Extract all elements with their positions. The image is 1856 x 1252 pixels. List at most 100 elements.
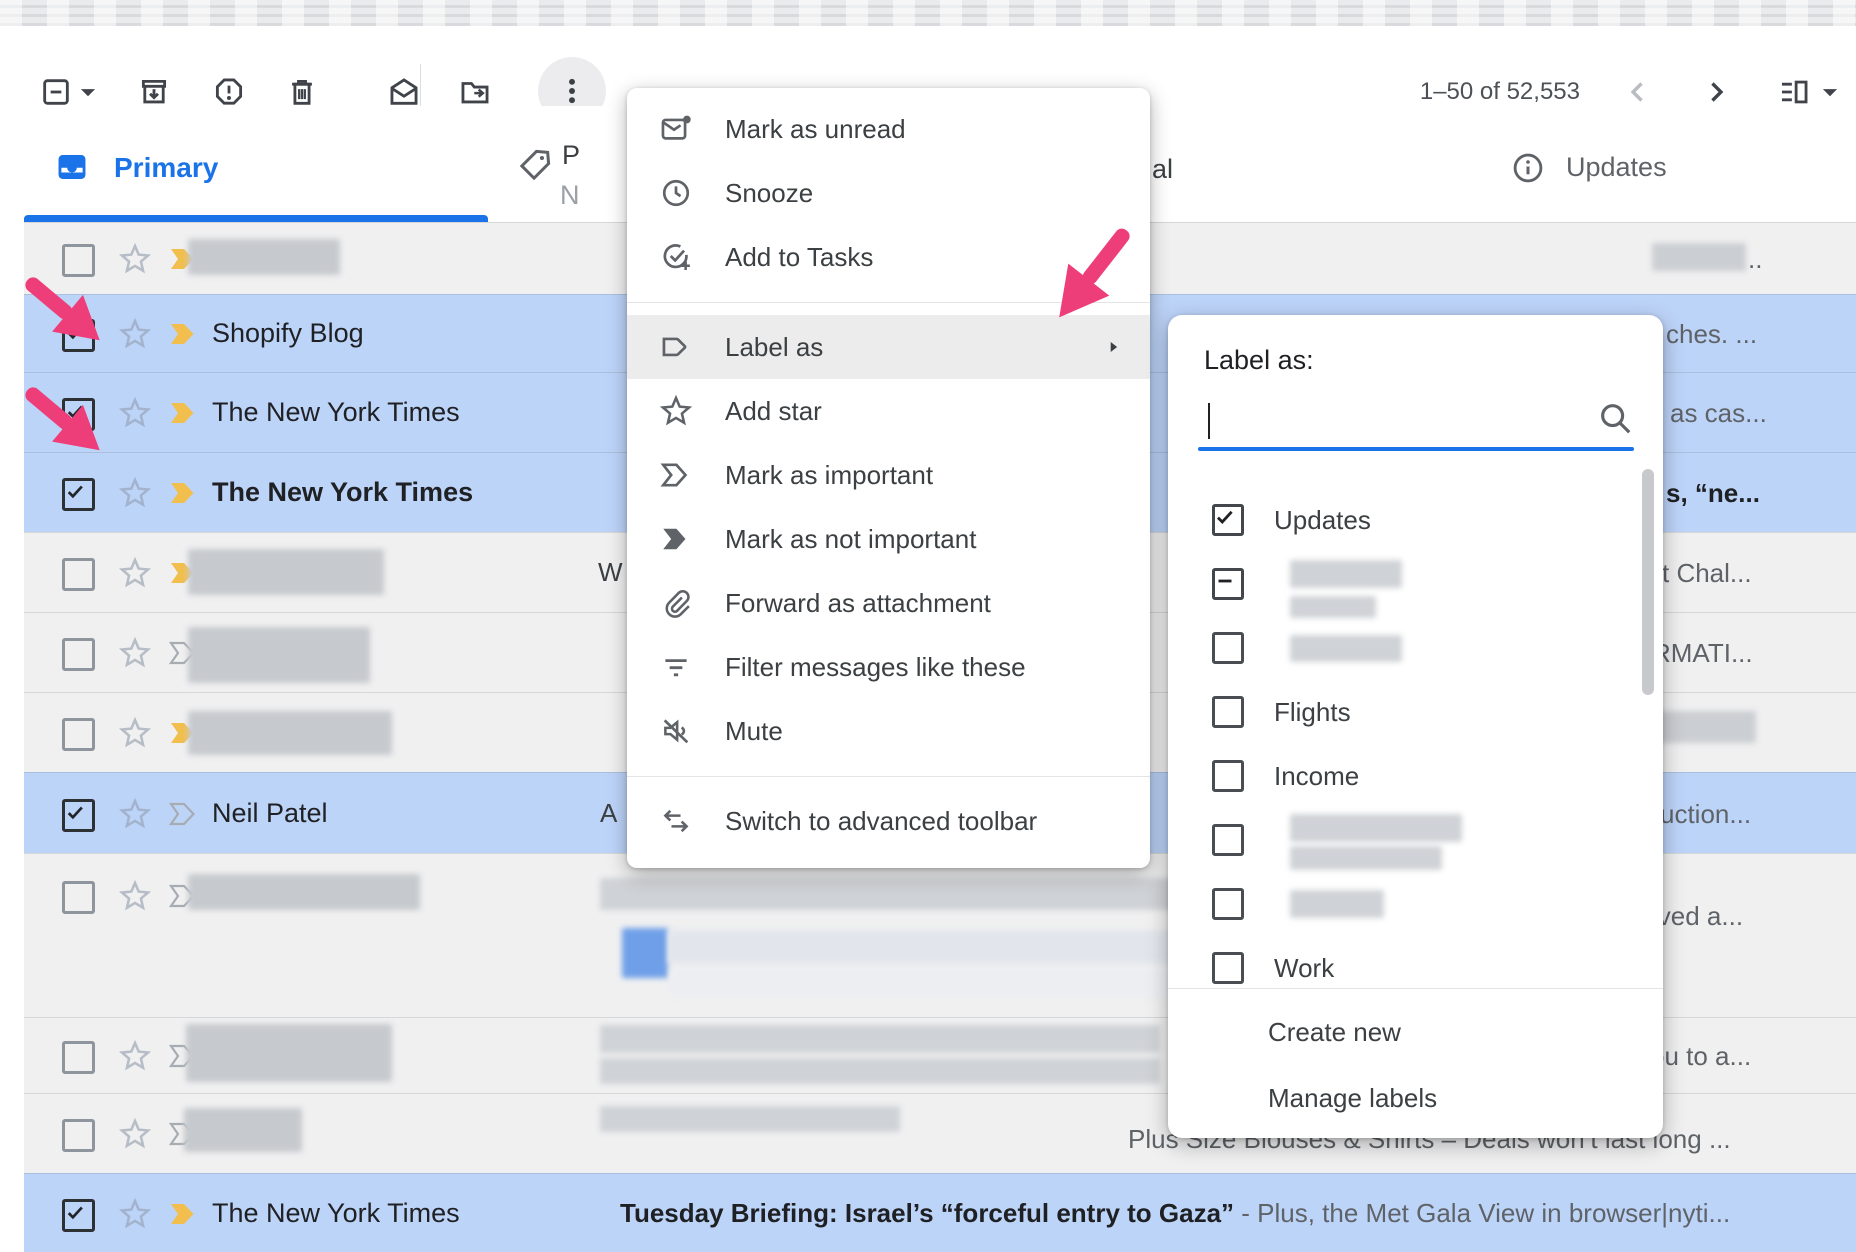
menu-item-mark-as-important[interactable]: Mark as important — [627, 443, 1150, 507]
label-checkbox-unchecked[interactable] — [1212, 952, 1244, 984]
redacted-subject — [600, 1106, 900, 1132]
label-checkbox-unchecked[interactable] — [1212, 760, 1244, 792]
star-icon[interactable] — [118, 879, 152, 913]
snooze-icon — [659, 176, 693, 210]
row-checkbox[interactable] — [62, 718, 95, 751]
importance-marker[interactable] — [168, 480, 202, 506]
menu-item-mute[interactable]: Mute — [627, 699, 1150, 763]
promotions-tab-icon[interactable] — [516, 146, 554, 184]
importance-marker[interactable] — [168, 801, 202, 827]
importance-marker[interactable] — [168, 1201, 202, 1227]
switch-icon — [659, 804, 693, 838]
filter-icon — [659, 650, 693, 684]
label-option[interactable] — [1168, 552, 1663, 616]
menu-item-label: Mark as important — [725, 460, 933, 491]
redacted-sender — [184, 1108, 302, 1152]
row-checkbox[interactable] — [62, 881, 95, 914]
importance-marker[interactable] — [168, 400, 202, 426]
social-tab-label-fragment[interactable]: al — [1152, 154, 1173, 185]
sender: Neil Patel — [212, 798, 328, 829]
menu-item-mark-as-unread[interactable]: Mark as unread — [627, 97, 1150, 161]
label-option[interactable] — [1168, 872, 1663, 936]
attachment-icon — [659, 586, 693, 620]
label-checkbox-unchecked[interactable] — [1212, 824, 1244, 856]
important-filled-icon — [659, 522, 693, 556]
menu-item-filter-messages-like-these[interactable]: Filter messages like these — [627, 635, 1150, 699]
sender: The New York Times — [212, 1198, 460, 1229]
label-list-scrollbar[interactable] — [1642, 469, 1654, 695]
star-icon[interactable] — [118, 1039, 152, 1073]
menu-item-label: Add to Tasks — [725, 242, 873, 273]
search-icon — [1596, 399, 1634, 437]
label-checkbox-unchecked[interactable] — [1212, 696, 1244, 728]
star-icon[interactable] — [118, 716, 152, 750]
subject-bold: Tuesday Briefing: Israel’s “forceful ent… — [620, 1198, 1234, 1228]
create-new-label-button[interactable]: Create new — [1268, 1017, 1401, 1048]
promotions-tab-label-fragment[interactable]: P — [562, 140, 580, 171]
primary-tab-icon — [55, 150, 89, 184]
subject-snippet: - Plus, the Met Gala View in browser|nyt… — [1234, 1198, 1730, 1228]
label-checkbox-checked[interactable] — [1212, 504, 1244, 536]
redacted-label-name — [1290, 814, 1462, 842]
row-checkbox[interactable] — [62, 478, 95, 511]
menu-item-label: Label as — [725, 332, 823, 363]
label-checkbox-unchecked[interactable] — [1212, 888, 1244, 920]
annotation-arrow-checkbox-1 — [14, 272, 124, 358]
redacted-sender — [188, 874, 420, 910]
star-icon[interactable] — [118, 636, 152, 670]
label-option[interactable] — [1168, 808, 1663, 872]
star-icon[interactable] — [118, 1197, 152, 1231]
menu-item-label: Snooze — [725, 178, 813, 209]
menu-item-label: Switch to advanced toolbar — [725, 806, 1037, 837]
label-search-input[interactable] — [1198, 401, 1638, 447]
subject-fragment: A — [600, 798, 617, 829]
star-icon[interactable] — [118, 1117, 152, 1151]
importance-marker[interactable] — [168, 321, 202, 347]
label-icon — [659, 330, 693, 364]
redacted-snippet — [1652, 243, 1746, 271]
star-icon[interactable] — [118, 242, 152, 276]
redacted-subject — [600, 1025, 1160, 1053]
manage-labels-button[interactable]: Manage labels — [1268, 1083, 1437, 1114]
row-checkbox[interactable] — [62, 1041, 95, 1074]
label-name: Work — [1274, 953, 1334, 984]
snippet-fragment: .. — [1748, 244, 1762, 275]
menu-item-forward-as-attachment[interactable]: Forward as attachment — [627, 571, 1150, 635]
tab-primary[interactable]: Primary — [114, 152, 218, 184]
redacted-sender — [188, 627, 370, 683]
tab-updates[interactable]: Updates — [1566, 152, 1667, 183]
promotions-tab-sub-fragment: N — [560, 180, 580, 211]
star-icon[interactable] — [118, 556, 152, 590]
menu-item-switch-to-advanced-toolbar[interactable]: Switch to advanced toolbar — [627, 789, 1150, 853]
redacted-content — [668, 930, 1206, 964]
label-name: Income — [1274, 761, 1359, 792]
email-row[interactable]: The New York Times Tuesday Briefing: Isra… — [24, 1173, 1856, 1252]
menu-item-mark-as-not-important[interactable]: Mark as not important — [627, 507, 1150, 571]
menu-item-add-star[interactable]: Add star — [627, 379, 1150, 443]
redacted-sender — [186, 1024, 392, 1082]
label-checkbox-unchecked[interactable] — [1212, 632, 1244, 664]
label-option-flights[interactable]: Flights — [1168, 680, 1663, 744]
label-checkbox-indeterminate[interactable] — [1212, 568, 1244, 600]
row-checkbox[interactable] — [62, 799, 95, 832]
menu-item-snooze[interactable]: Snooze — [627, 161, 1150, 225]
row-checkbox[interactable] — [62, 558, 95, 591]
row-checkbox[interactable] — [62, 638, 95, 671]
annotation-arrow-checkbox-2 — [14, 382, 124, 468]
redacted-label-name — [1290, 890, 1384, 918]
row-checkbox[interactable] — [62, 1119, 95, 1152]
label-option[interactable] — [1168, 616, 1663, 680]
sender: The New York Times — [212, 477, 473, 508]
star-icon[interactable] — [118, 476, 152, 510]
row-checkbox[interactable] — [62, 1199, 95, 1232]
label-as-submenu: Label as: UpdatesFlightsIncomeWork Creat… — [1168, 315, 1663, 1138]
redacted-thumbnail — [622, 928, 668, 978]
more-options-menu: Mark as unread Snooze Add to Tasks Label as… — [627, 88, 1150, 868]
snippet-fragment: ou to a... — [1650, 1041, 1751, 1072]
menu-item-label: Mark as unread — [725, 114, 906, 145]
updates-tab-icon[interactable] — [1510, 150, 1546, 186]
star-icon[interactable] — [118, 797, 152, 831]
label-option-work[interactable]: Work — [1168, 936, 1663, 987]
label-option-updates[interactable]: Updates — [1168, 488, 1663, 552]
label-option-income[interactable]: Income — [1168, 744, 1663, 808]
